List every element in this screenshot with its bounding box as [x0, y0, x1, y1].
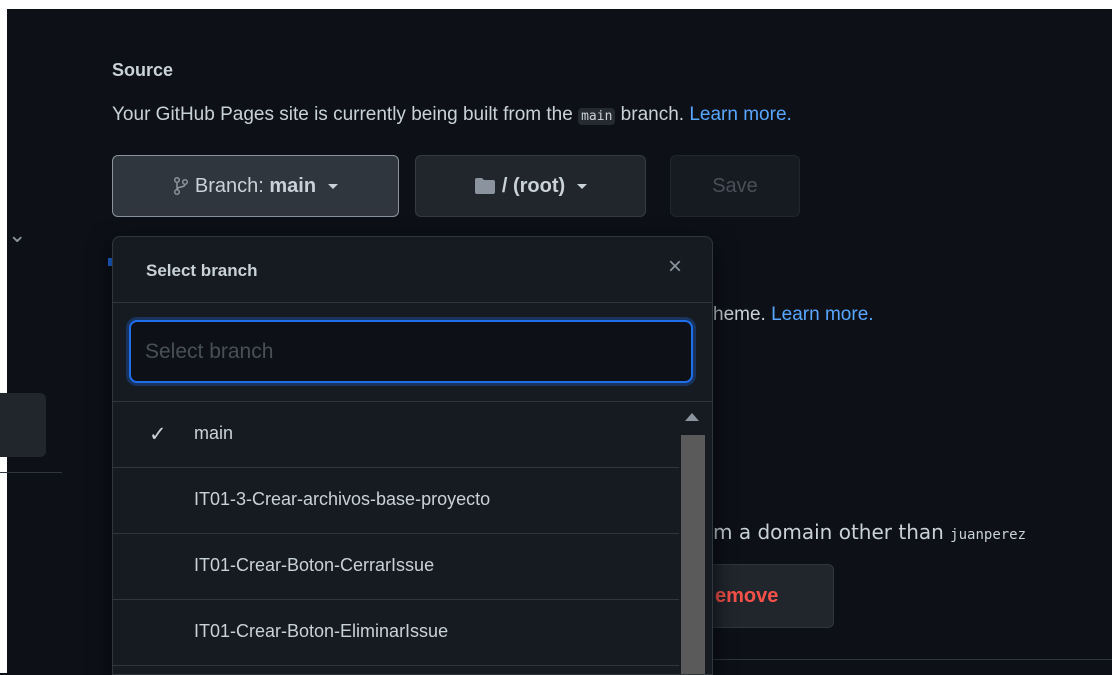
- branch-item-label: IT01-Crear-Boton-EliminarIssue: [194, 621, 449, 641]
- branch-item[interactable]: IT01-3-Crear-archivos-base-proyecto: [113, 468, 679, 534]
- section-divider: [700, 659, 1112, 660]
- scrollbar-thumb[interactable]: [681, 435, 705, 674]
- branch-item[interactable]: IT01-Crear-Boton-EliminarIssue: [113, 600, 679, 666]
- theme-description: heme. Learn more.: [713, 304, 874, 326]
- source-description: Your GitHub Pages site is currently bein…: [112, 104, 792, 126]
- domain-text: m a domain other than: [713, 520, 951, 544]
- dropdown-filter: [113, 303, 712, 402]
- sidebar-selected-item[interactable]: [0, 393, 46, 457]
- caret-down-icon: [577, 183, 588, 189]
- branch-button-label: Branch: main: [195, 175, 316, 198]
- branch-item-main[interactable]: ✓ main: [113, 402, 679, 468]
- left-edge: [0, 0, 7, 673]
- branch-prefix: Branch:: [194, 174, 270, 197]
- scroll-up-arrow-icon[interactable]: [685, 413, 699, 421]
- branch-item-label: main: [194, 423, 234, 443]
- folder-button-label: / (root): [501, 174, 566, 197]
- learn-more-link[interactable]: Learn more.: [689, 104, 791, 125]
- top-edge: [0, 0, 1112, 9]
- source-desc-suffix: branch.: [615, 104, 690, 125]
- dropdown-title: Select branch: [146, 261, 258, 280]
- branch-item-label: IT01-Crear-Boton-CerrarIssue: [194, 555, 435, 575]
- save-button[interactable]: Save: [670, 155, 800, 217]
- branch-dropdown: Select branch × ✓ main IT01-3-Crear-arch…: [112, 236, 713, 675]
- check-icon: ✓: [149, 423, 167, 446]
- source-branch-code: main: [578, 108, 616, 125]
- branch-value: main: [269, 174, 317, 197]
- theme-text: heme.: [713, 304, 772, 325]
- branch-select-button[interactable]: Branch: main: [112, 155, 399, 217]
- branch-item-label: IT01-3-Crear-archivos-base-proyecto: [194, 489, 491, 509]
- git-branch-icon: [173, 176, 188, 196]
- chevron-down-icon[interactable]: ⌄: [8, 222, 26, 248]
- branch-filter-input[interactable]: [129, 320, 693, 383]
- custom-domain-description: m a domain other than juanperez: [713, 520, 1026, 544]
- theme-learn-more-link[interactable]: Learn more.: [771, 304, 873, 325]
- source-heading: Source: [112, 60, 174, 80]
- sidebar-divider: [0, 472, 62, 473]
- dropdown-header: Select branch ×: [113, 237, 712, 303]
- close-icon[interactable]: ×: [668, 255, 682, 279]
- folder-icon: [474, 178, 495, 194]
- remove-button[interactable]: emove: [700, 564, 834, 628]
- branch-list: ✓ main IT01-3-Crear-archivos-base-proyec…: [113, 402, 679, 666]
- folder-select-button[interactable]: / (root): [415, 155, 646, 217]
- domain-code: juanperez: [950, 527, 1027, 543]
- branch-item[interactable]: IT01-Crear-Boton-CerrarIssue: [113, 534, 679, 600]
- source-desc-prefix: Your GitHub Pages site is currently bein…: [112, 104, 579, 125]
- caret-down-icon: [328, 183, 339, 189]
